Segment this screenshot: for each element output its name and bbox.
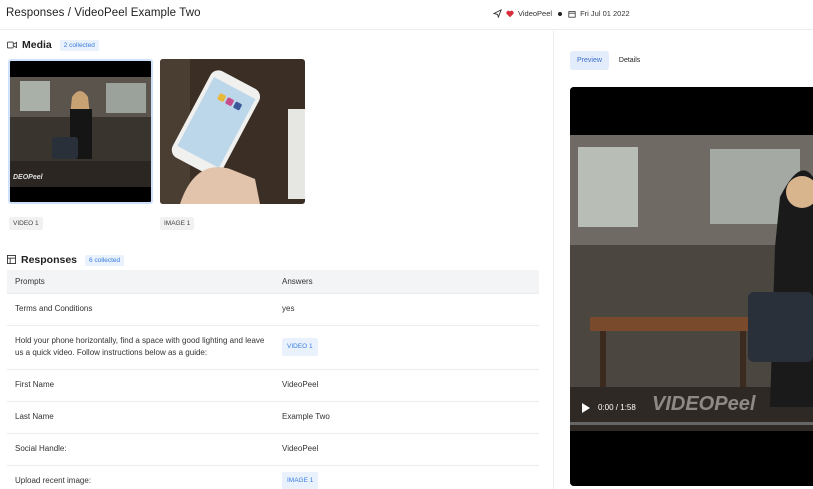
preview-tabs: Preview Details (570, 51, 647, 70)
video-thumbnail[interactable]: DEOPeel (8, 59, 153, 204)
image-thumbnail[interactable] (160, 59, 305, 204)
table-row: Upload recent image: IMAGE 1 (7, 464, 539, 489)
response-meta: VideoPeel Fri Jul 01 2022 (493, 9, 630, 18)
media-count-badge: 2 collected (59, 39, 99, 51)
video-time: 0:00 / 1:58 (598, 403, 636, 412)
phone-photo (160, 59, 305, 204)
video-watermark: DEOPeel (13, 174, 43, 181)
responses-section-header: Responses 6 collected (7, 251, 125, 269)
send-icon (493, 9, 502, 18)
calendar-icon (568, 10, 576, 18)
answer-cell: yes (274, 292, 539, 325)
tab-details[interactable]: Details (612, 51, 647, 70)
table-row: Social Handle: VideoPeel (7, 432, 539, 465)
video-frame (570, 87, 813, 486)
video-watermark-large: VIDEOPeel (652, 393, 756, 415)
left-panel: Media 2 collected DEOPeel VIDEO 1 IMAGE … (0, 31, 553, 489)
prompt-cell: Upload recent image: (7, 464, 274, 489)
answer-cell: VideoPeel (274, 368, 539, 401)
responses-count-badge: 6 collected (85, 254, 125, 266)
prompt-cell: Social Handle: (7, 432, 274, 465)
media-title: Media (22, 39, 52, 51)
responses-table: Prompts Answers Terms and Conditions yes… (7, 270, 539, 489)
response-date: Fri Jul 01 2022 (580, 9, 630, 18)
prompt-cell: Hold your phone horizontally, find a spa… (7, 324, 274, 369)
video-answer-chip[interactable]: VIDEO 1 (282, 337, 318, 357)
separator-dot (558, 11, 563, 16)
prompt-cell: Last Name (7, 400, 274, 433)
answer-cell: IMAGE 1 (274, 464, 539, 489)
column-header-answers: Answers (274, 270, 539, 293)
list-icon (7, 251, 16, 269)
image-tag[interactable]: IMAGE 1 (160, 217, 195, 230)
prompt-cell: Terms and Conditions (7, 292, 274, 325)
video-thumbnail-frame (10, 61, 151, 202)
brand-name: VideoPeel (518, 9, 553, 18)
video-camera-icon (7, 36, 17, 54)
table-row: Terms and Conditions yes (7, 292, 539, 325)
image-answer-chip[interactable]: IMAGE 1 (282, 472, 319, 489)
column-header-prompts: Prompts (7, 270, 274, 293)
media-section-header: Media 2 collected (7, 36, 99, 54)
table-header-row: Prompts Answers (7, 270, 539, 293)
preview-panel: Preview Details 0:00 / 1:58 VIDEOPeel (554, 31, 813, 489)
prompt-cell: First Name (7, 368, 274, 401)
table-row: Hold your phone horizontally, find a spa… (7, 324, 539, 369)
answer-cell: Example Two (274, 400, 539, 433)
tab-preview[interactable]: Preview (570, 51, 609, 70)
answer-cell: VideoPeel (274, 432, 539, 465)
answer-cell: VIDEO 1 (274, 324, 539, 369)
video-tag[interactable]: VIDEO 1 (9, 217, 43, 230)
responses-title: Responses (21, 254, 78, 266)
table-row: Last Name Example Two (7, 400, 539, 433)
heart-icon (506, 10, 514, 18)
table-row: First Name VideoPeel (7, 368, 539, 401)
top-bar: Responses / VideoPeel Example Two VideoP… (0, 0, 813, 30)
breadcrumb: Responses / VideoPeel Example Two (6, 7, 201, 19)
video-player[interactable]: 0:00 / 1:58 VIDEOPeel (570, 87, 813, 486)
